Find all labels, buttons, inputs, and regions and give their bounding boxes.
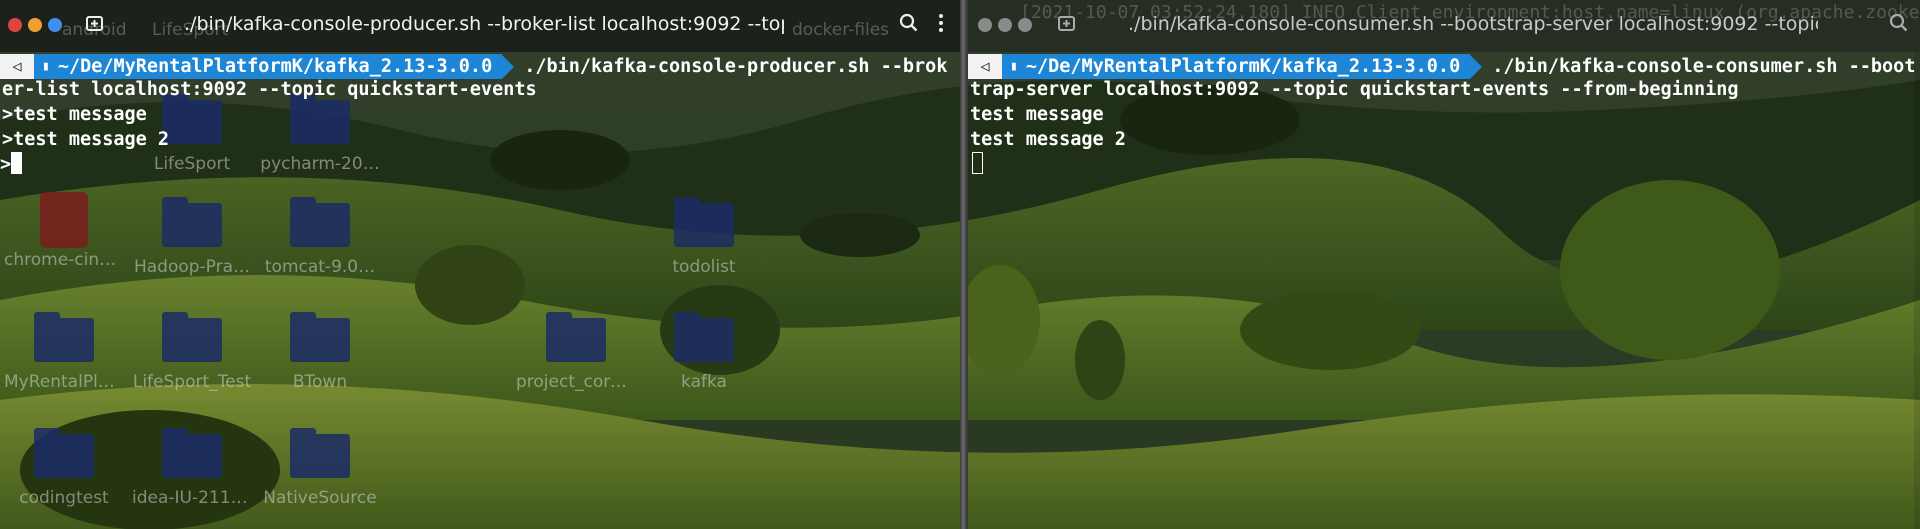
consumer-output-line: test message <box>970 104 1104 125</box>
producer-terminal-window[interactable]: android LifeSport docker-files ./bin/kaf… <box>0 0 960 529</box>
prompt-path: ▮ ~/De/MyRentalPlatformK/kafka_2.13-3.0.0 <box>1002 54 1471 79</box>
text-cursor <box>11 152 23 174</box>
producer-titlebar[interactable]: android LifeSport docker-files ./bin/kaf… <box>0 0 960 52</box>
text-cursor <box>972 152 983 174</box>
prompt-arrow-tip <box>1470 54 1483 79</box>
producer-output-line: >test message 2 <box>2 129 170 150</box>
search-icon[interactable] <box>1888 12 1914 38</box>
producer-output-line: >test message <box>2 104 147 125</box>
minimize-button[interactable] <box>28 18 42 32</box>
prompt-path-text: ~/De/MyRentalPlatformK/kafka_2.13-3.0.0 <box>1025 56 1461 77</box>
folder-icon: ▮ <box>1010 59 1018 74</box>
search-icon[interactable] <box>898 12 924 38</box>
minimize-button[interactable] <box>998 18 1012 32</box>
close-button[interactable] <box>8 18 22 32</box>
consumer-output-line: test message 2 <box>970 129 1126 150</box>
ghost-label-docker-files: docker-files <box>792 20 890 40</box>
command-continuation: er-list localhost:9092 --topic quickstar… <box>2 79 537 100</box>
command-text: ./bin/kafka-console-producer.sh --brok <box>524 56 948 77</box>
consumer-window-title: ./bin/kafka-console-consumer.sh --bootst… <box>1128 13 1818 35</box>
close-button[interactable] <box>978 18 992 32</box>
command-text: ./bin/kafka-console-consumer.sh --boot <box>1492 56 1916 77</box>
consumer-terminal-body[interactable]: ◁ ▮ ~/De/MyRentalPlatformK/kafka_2.13-3.0… <box>968 52 1920 529</box>
pane-divider[interactable] <box>960 0 968 529</box>
consumer-titlebar[interactable]: [2021-10-07 03:52:24,180] INFO Client en… <box>968 0 1920 52</box>
kebab-menu-icon[interactable] <box>936 12 962 38</box>
new-tab-icon[interactable] <box>84 12 110 38</box>
folder-icon: ▮ <box>42 59 50 74</box>
input-prompt: > <box>0 154 12 175</box>
producer-window-title: ./bin/kafka-console-producer.sh --broker… <box>184 13 784 35</box>
producer-input-line[interactable]: > <box>0 152 23 177</box>
producer-terminal-body[interactable]: ◁ ▮ ~/De/MyRentalPlatformK/kafka_2.13-3.0… <box>0 52 960 529</box>
command-continuation: trap-server localhost:9092 --topic quick… <box>970 79 1739 100</box>
scrollbar[interactable] <box>1914 52 1920 529</box>
shell-prompt: ◁ ▮ ~/De/MyRentalPlatformK/kafka_2.13-3.0… <box>968 54 1915 79</box>
maximize-button[interactable] <box>1018 18 1032 32</box>
prompt-path-text: ~/De/MyRentalPlatformK/kafka_2.13-3.0.0 <box>57 56 493 77</box>
terminal-icon: ◁ <box>968 54 1002 79</box>
prompt-arrow-tip <box>502 54 515 79</box>
maximize-button[interactable] <box>48 18 62 32</box>
shell-prompt: ◁ ▮ ~/De/MyRentalPlatformK/kafka_2.13-3.0… <box>0 54 947 79</box>
consumer-cursor-line[interactable] <box>972 152 983 177</box>
terminal-icon: ◁ <box>0 54 34 79</box>
consumer-terminal-window[interactable]: [2021-10-07 03:52:24,180] INFO Client en… <box>968 0 1920 529</box>
new-tab-icon[interactable] <box>1056 12 1082 38</box>
prompt-path: ▮ ~/De/MyRentalPlatformK/kafka_2.13-3.0.0 <box>34 54 503 79</box>
